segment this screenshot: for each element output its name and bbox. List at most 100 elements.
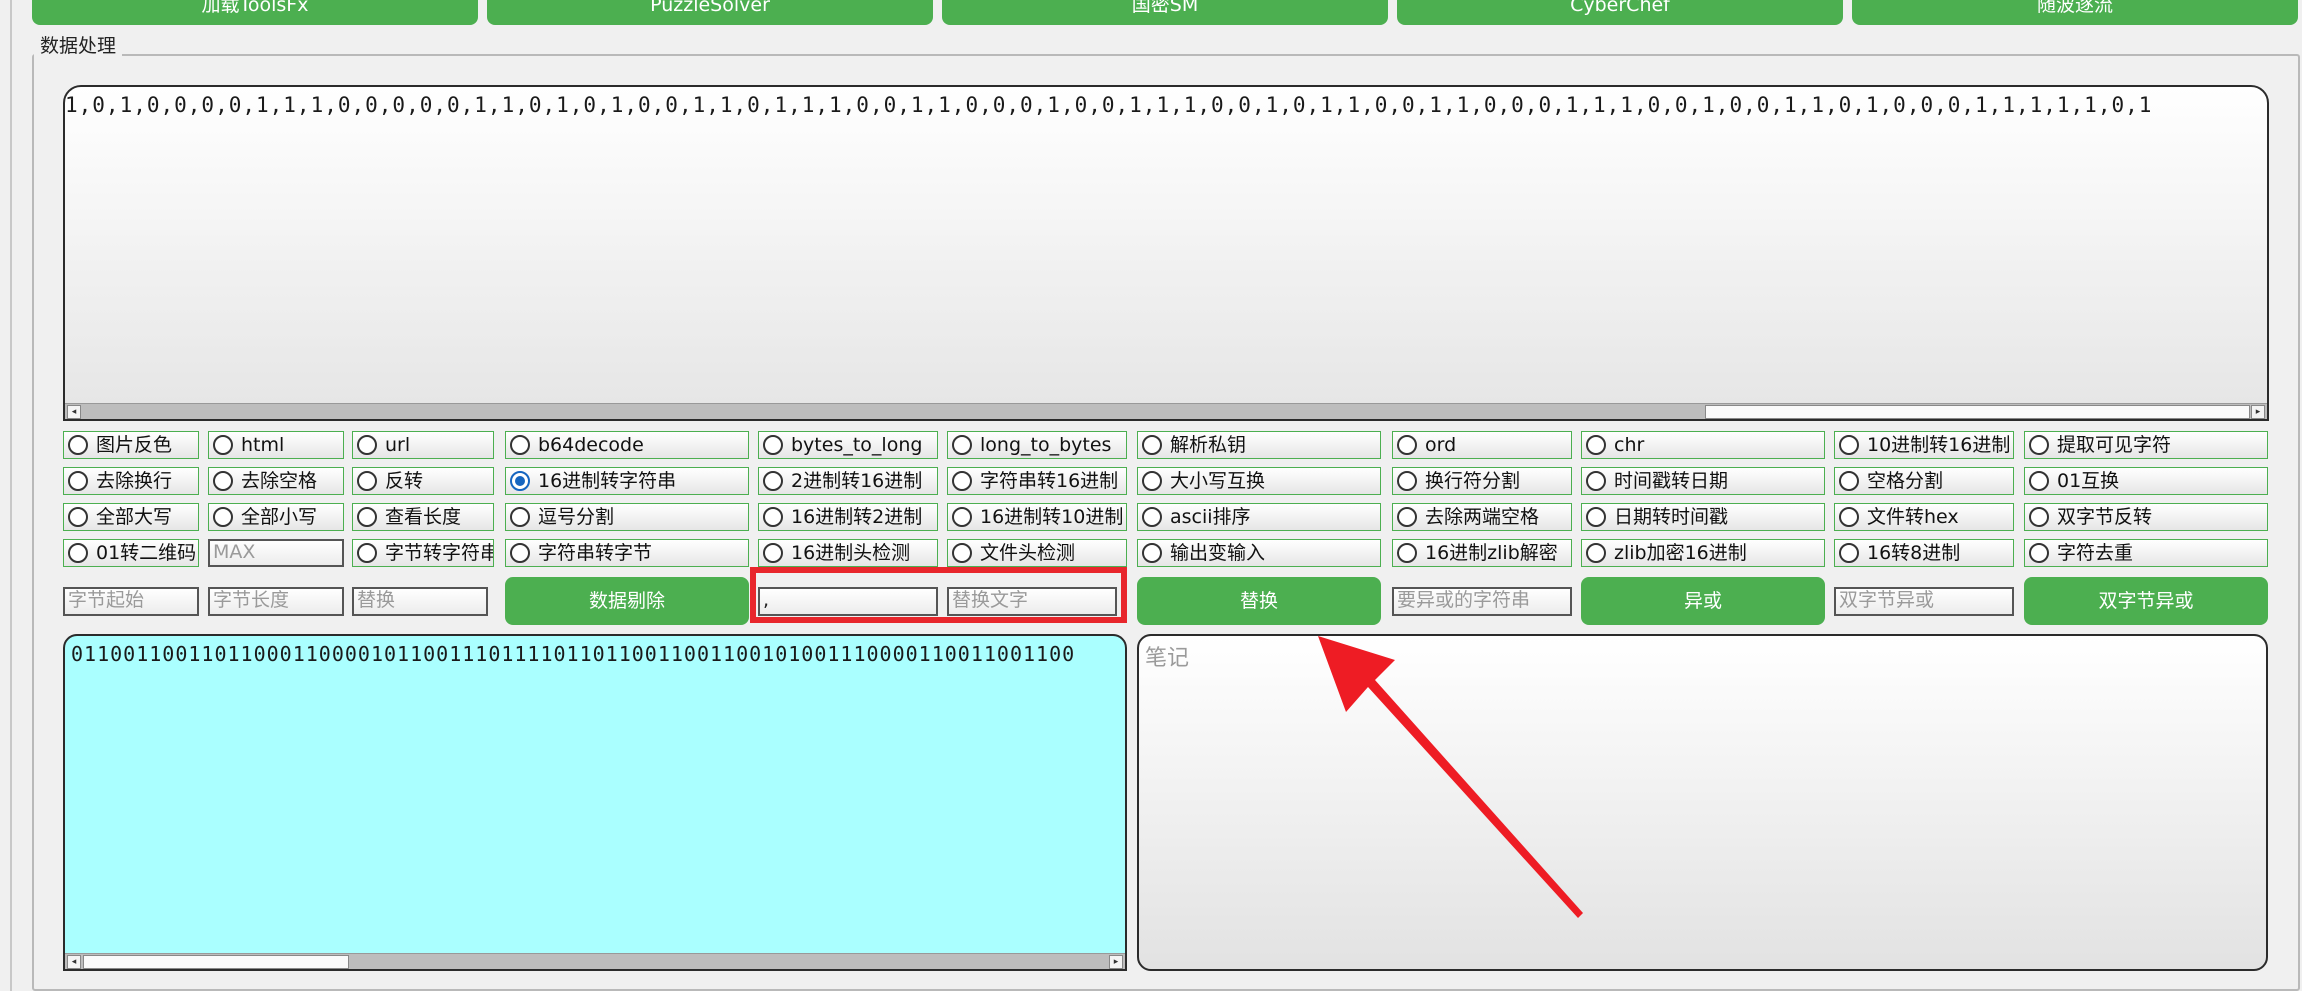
radio-icon[interactable]: [1839, 435, 1859, 455]
radio-icon[interactable]: [510, 435, 530, 455]
radio-icon[interactable]: [68, 507, 88, 527]
radio-icon[interactable]: [1397, 507, 1417, 527]
radio-icon[interactable]: [68, 471, 88, 491]
option-hex-to-bin[interactable]: 16进制转2进制: [758, 503, 938, 531]
radio-icon[interactable]: [510, 471, 530, 491]
output-scroll-left-arrow[interactable]: ◂: [67, 955, 81, 969]
option-trim-spaces[interactable]: 去除两端空格: [1392, 503, 1572, 531]
data-remove-button[interactable]: 数据剔除: [505, 577, 749, 625]
option-chr[interactable]: chr: [1581, 431, 1825, 459]
option-url[interactable]: url: [352, 431, 494, 459]
radio-icon[interactable]: [952, 507, 972, 527]
replace-text-input[interactable]: 替换文字: [947, 587, 1117, 616]
option-ascii-sort[interactable]: ascii排序: [1137, 503, 1381, 531]
cyberchef-button[interactable]: CyberChef: [1397, 0, 1843, 25]
option-hex-to-string[interactable]: 16进制转字符串: [505, 467, 749, 495]
option-view-length[interactable]: 查看长度: [352, 503, 494, 531]
radio-icon[interactable]: [1397, 471, 1417, 491]
scroll-left-arrow[interactable]: ◂: [67, 405, 81, 419]
radio-icon[interactable]: [952, 543, 972, 563]
option-output-to-input[interactable]: 输出变输入: [1137, 539, 1381, 567]
radio-icon[interactable]: [1586, 543, 1606, 563]
scroll-right-arrow[interactable]: ▸: [2251, 405, 2265, 419]
option-zlib-encrypt-hex[interactable]: zlib加密16进制: [1581, 539, 1825, 567]
radio-icon[interactable]: [952, 471, 972, 491]
find-value-input[interactable]: ,: [758, 587, 938, 616]
byte-length-input[interactable]: 字节长度: [208, 587, 344, 616]
output-scroll-thumb[interactable]: [83, 955, 349, 969]
option-comma-split[interactable]: 逗号分割: [505, 503, 749, 531]
radio-icon[interactable]: [1839, 507, 1859, 527]
radio-icon[interactable]: [68, 543, 88, 563]
option-reverse[interactable]: 反转: [352, 467, 494, 495]
load-toolsfx-button[interactable]: 加载ToolsFx: [32, 0, 478, 25]
radio-icon[interactable]: [2029, 543, 2049, 563]
option-image-invert[interactable]: 图片反色: [63, 431, 199, 459]
option-string-to-hex[interactable]: 字符串转16进制: [947, 467, 1127, 495]
option-all-upper[interactable]: 全部大写: [63, 503, 199, 531]
radio-icon[interactable]: [1397, 543, 1417, 563]
max-input[interactable]: MAX: [208, 539, 344, 567]
xor-string-input[interactable]: 要异或的字符串: [1392, 587, 1572, 616]
option-parse-private-key[interactable]: 解析私钥: [1137, 431, 1381, 459]
radio-icon[interactable]: [357, 471, 377, 491]
double-xor-button[interactable]: 双字节异或: [2024, 577, 2268, 625]
option-all-lower[interactable]: 全部小写: [208, 503, 344, 531]
xor-button[interactable]: 异或: [1581, 577, 1825, 625]
option-bytes-to-string[interactable]: 字节转字符串: [352, 539, 494, 567]
option-remove-newline[interactable]: 去除换行: [63, 467, 199, 495]
radio-icon[interactable]: [1397, 435, 1417, 455]
radio-icon[interactable]: [1142, 507, 1162, 527]
option-hex-to-oct[interactable]: 16转8进制: [1834, 539, 2014, 567]
double-xor-input[interactable]: 双字节异或: [1834, 587, 2014, 616]
option-double-byte-reverse[interactable]: 双字节反转: [2024, 503, 2268, 531]
radio-icon[interactable]: [213, 471, 233, 491]
radio-icon[interactable]: [1142, 435, 1162, 455]
radio-icon[interactable]: [763, 471, 783, 491]
option-long-to-bytes[interactable]: long_to_bytes: [947, 431, 1127, 459]
option-date-to-timestamp[interactable]: 日期转时间戳: [1581, 503, 1825, 531]
radio-icon[interactable]: [510, 543, 530, 563]
radio-icon[interactable]: [1586, 507, 1606, 527]
option-html[interactable]: html: [208, 431, 344, 459]
option-01-to-qrcode[interactable]: 01转二维码: [63, 539, 199, 567]
radio-icon[interactable]: [2029, 471, 2049, 491]
random-flow-button[interactable]: 随波逐流: [1852, 0, 2298, 25]
radio-icon[interactable]: [1142, 543, 1162, 563]
option-swap-01[interactable]: 01互换: [2024, 467, 2268, 495]
radio-icon[interactable]: [1142, 471, 1162, 491]
radio-icon[interactable]: [213, 435, 233, 455]
byte-start-input[interactable]: 字节起始: [63, 587, 199, 616]
radio-icon[interactable]: [1839, 543, 1859, 563]
option-hex-zlib-decrypt[interactable]: 16进制zlib解密: [1392, 539, 1572, 567]
radio-icon[interactable]: [357, 435, 377, 455]
radio-icon[interactable]: [510, 507, 530, 527]
option-newline-split[interactable]: 换行符分割: [1392, 467, 1572, 495]
input-textarea[interactable]: 1,0,1,0,0,0,0,1,1,1,0,0,0,0,0,1,1,0,1,0,…: [63, 85, 2269, 421]
option-space-split[interactable]: 空格分割: [1834, 467, 2014, 495]
option-remove-spaces[interactable]: 去除空格: [208, 467, 344, 495]
option-bytes-to-long[interactable]: bytes_to_long: [758, 431, 938, 459]
radio-icon[interactable]: [2029, 507, 2049, 527]
option-swap-case[interactable]: 大小写互换: [1137, 467, 1381, 495]
option-dec-to-hex[interactable]: 10进制转16进制: [1834, 431, 2014, 459]
radio-icon[interactable]: [763, 435, 783, 455]
option-file-to-hex[interactable]: 文件转hex: [1834, 503, 2014, 531]
input-hscrollbar[interactable]: ◂ ▸: [65, 403, 2267, 419]
option-file-header-detect[interactable]: 文件头检测: [947, 539, 1127, 567]
replace-input[interactable]: 替换: [352, 587, 488, 616]
radio-icon[interactable]: [1839, 471, 1859, 491]
output-hscrollbar[interactable]: ◂ ▸: [65, 953, 1125, 969]
sm-crypto-button[interactable]: 国密SM: [942, 0, 1388, 25]
output-scroll-right-arrow[interactable]: ▸: [1109, 955, 1123, 969]
option-string-to-bytes[interactable]: 字符串转字节: [505, 539, 749, 567]
option-ord[interactable]: ord: [1392, 431, 1572, 459]
option-char-dedupe[interactable]: 字符去重: [2024, 539, 2268, 567]
radio-icon[interactable]: [763, 507, 783, 527]
radio-icon[interactable]: [952, 435, 972, 455]
option-timestamp-to-date[interactable]: 时间戳转日期: [1581, 467, 1825, 495]
option-bin-to-hex[interactable]: 2进制转16进制: [758, 467, 938, 495]
radio-icon[interactable]: [357, 507, 377, 527]
replace-button[interactable]: 替换: [1137, 577, 1381, 625]
puzzlesolver-button[interactable]: PuzzleSolver: [487, 0, 933, 25]
